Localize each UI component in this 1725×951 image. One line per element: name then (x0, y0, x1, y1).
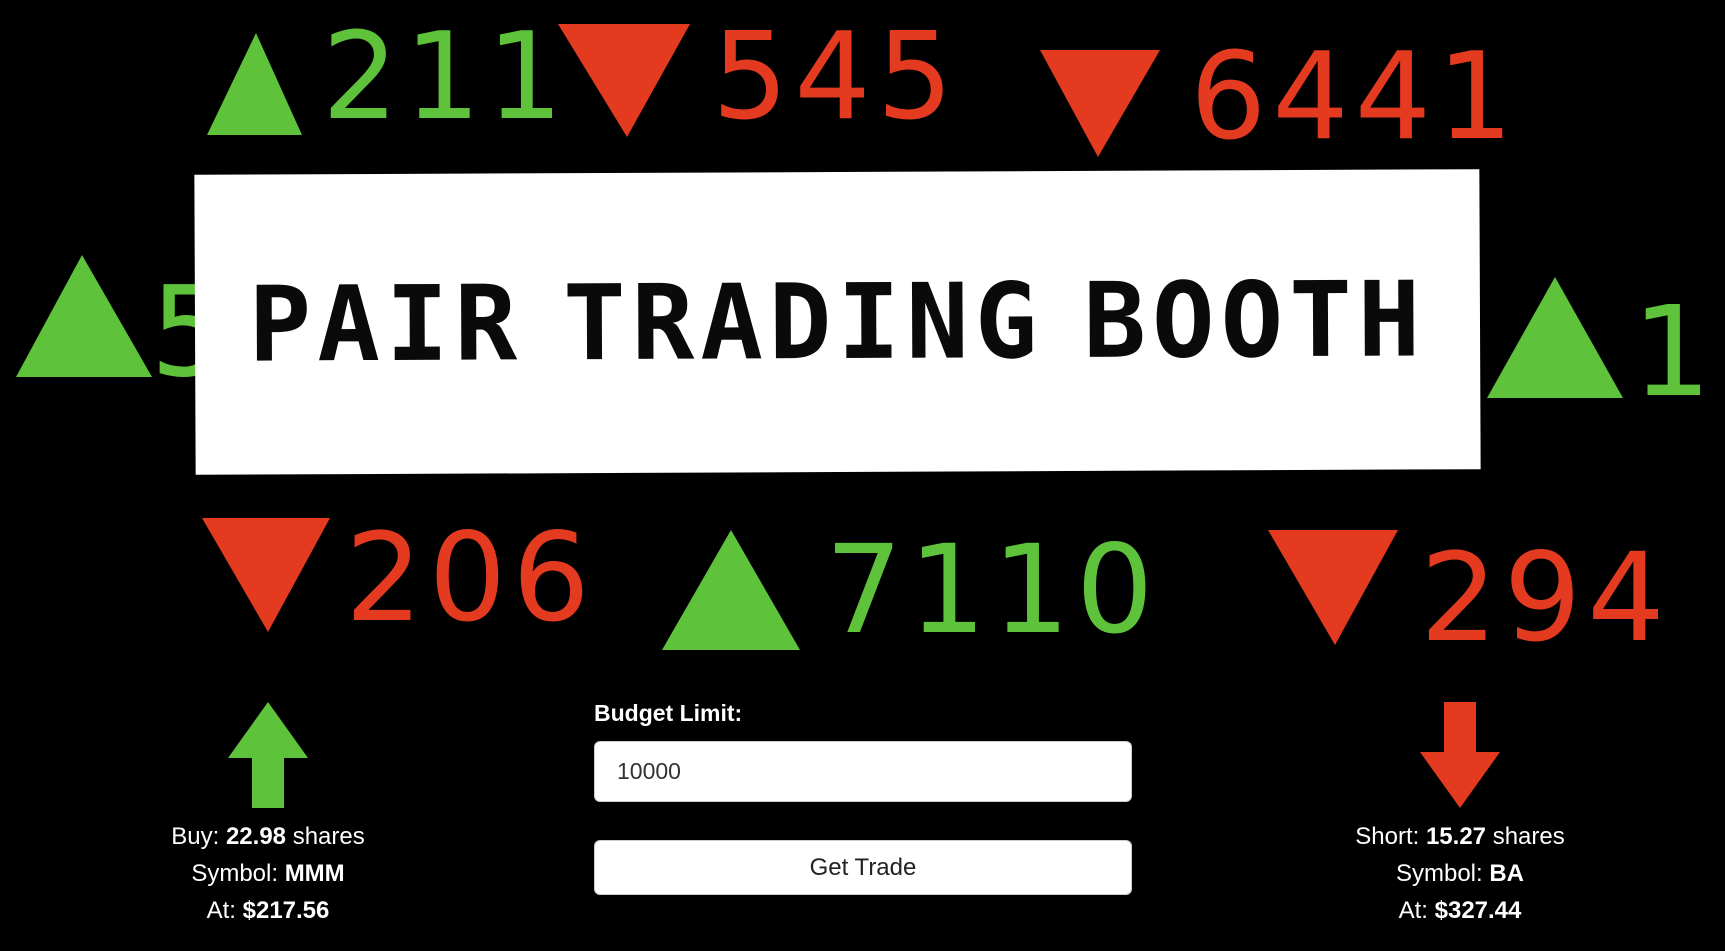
buy-action-label: Buy: (171, 823, 220, 850)
short-panel: Short: 15.27 shares Symbol: BA At: $327.… (1310, 700, 1610, 929)
short-symbol-line: Symbol: BA (1310, 855, 1610, 892)
triangle-down-icon (1040, 50, 1160, 157)
triangle-up-icon (16, 255, 152, 377)
short-shares-suffix: shares (1492, 823, 1565, 850)
ticker-value-top-1: 211 (322, 8, 569, 147)
title-word-trading: TRADING (562, 260, 1044, 385)
title-word-booth: BOOTH (1083, 258, 1427, 382)
triangle-up-icon (1487, 277, 1623, 398)
triangle-up-icon (207, 33, 302, 135)
title-word-pair: PAIR (248, 262, 524, 386)
triangle-down-icon (202, 518, 330, 632)
triangle-up-icon (662, 530, 800, 650)
buy-price-line: At: $217.56 (118, 892, 418, 929)
short-shares-line: Short: 15.27 shares (1310, 818, 1610, 855)
short-symbol-label: Symbol: (1395, 860, 1483, 887)
budget-label: Budget Limit: (594, 700, 743, 726)
short-price-line: At: $327.44 (1310, 892, 1610, 929)
buy-price-value: $217.56 (242, 897, 330, 924)
short-shares-value: 15.27 (1425, 823, 1487, 850)
buy-symbol-value: MMM (284, 860, 345, 887)
short-price-value: $327.44 (1434, 897, 1522, 924)
short-symbol-value: BA (1489, 860, 1525, 887)
page-title: PAIR TRADING BOOTH (248, 258, 1426, 385)
title-banner: PAIR TRADING BOOTH (194, 169, 1481, 475)
ticker-value-bottom-1: 206 (345, 507, 596, 649)
ticker-value-bottom-3: 294 (1420, 527, 1671, 660)
buy-at-label: At: (206, 897, 236, 924)
buy-symbol-line: Symbol: MMM (118, 855, 418, 892)
buy-shares-suffix: shares (292, 823, 365, 850)
buy-shares-value: 22.98 (225, 823, 287, 850)
triangle-down-icon (1268, 530, 1398, 645)
arrow-down-icon (1420, 702, 1500, 808)
ticker-value-top-3: 6441 (1190, 28, 1519, 167)
budget-form: Budget Limit: Get Trade (594, 700, 1132, 895)
ticker-value-top-2: 545 (712, 8, 959, 147)
buy-shares-line: Buy: 22.98 shares (118, 818, 418, 855)
ticker-value-right: 1 (1632, 280, 1718, 425)
budget-input[interactable] (594, 741, 1132, 802)
short-action-label: Short: (1355, 823, 1420, 850)
buy-symbol-label: Symbol: (191, 860, 279, 887)
ticker-value-bottom-2: 7110 (825, 519, 1159, 660)
buy-panel: Buy: 22.98 shares Symbol: MMM At: $217.5… (118, 700, 418, 929)
arrow-up-icon (228, 702, 308, 808)
short-at-label: At: (1398, 897, 1428, 924)
triangle-down-icon (558, 24, 690, 137)
get-trade-button[interactable]: Get Trade (594, 840, 1132, 895)
